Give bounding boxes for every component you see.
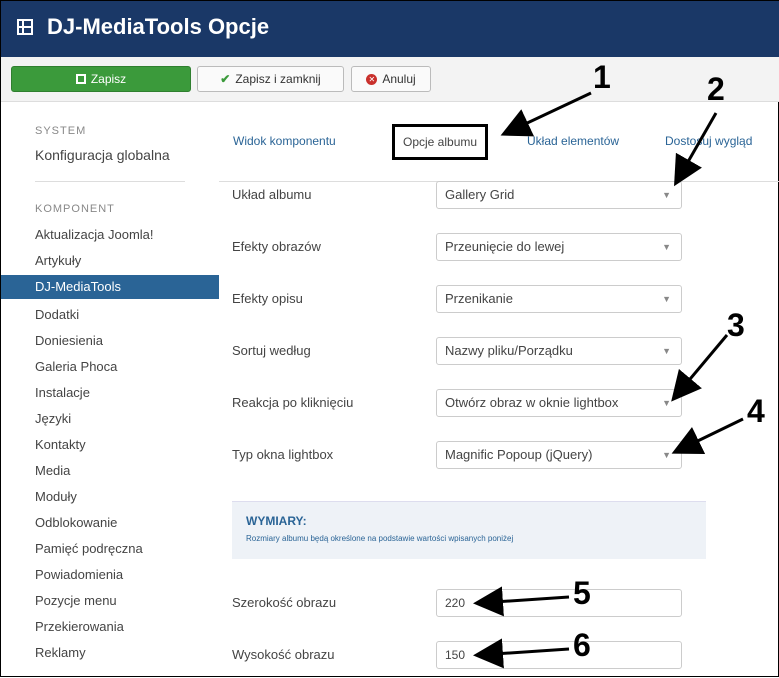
arrow-2 [674, 112, 718, 187]
arrow-6 [473, 638, 570, 669]
arrow-1 [500, 91, 592, 137]
arrow-3 [671, 334, 729, 402]
annotation-number: 2 [707, 71, 725, 107]
annotation-number: 1 [593, 59, 611, 95]
arrow-4 [671, 417, 744, 455]
annotation-number: 3 [727, 307, 745, 343]
annotation-number: 5 [573, 575, 591, 611]
annotation-arrows [473, 91, 744, 669]
arrow-5 [473, 586, 570, 617]
annotation-number: 6 [573, 627, 591, 663]
annotation-number: 4 [747, 393, 765, 429]
